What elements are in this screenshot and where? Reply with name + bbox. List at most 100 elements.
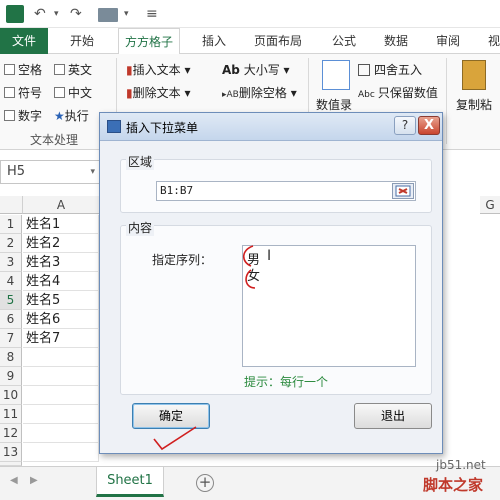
delete-text-icon: ▮ (126, 86, 133, 100)
ribbon-tabs: 文件 开始 方方格子 插入 页面布局 公式 数据 审阅 视 (0, 28, 500, 55)
row-header[interactable]: 1 (0, 215, 22, 234)
dialog-title-bar[interactable]: 插入下拉菜单 ? X (100, 113, 442, 141)
cell-a8[interactable] (23, 348, 99, 367)
row-header[interactable]: 4 (0, 272, 22, 291)
checkbox-symbol[interactable]: 符号 (4, 84, 42, 101)
save-icon[interactable] (6, 5, 24, 23)
round-button[interactable]: 四舍五入 (358, 61, 422, 78)
tab-view[interactable]: 视 (482, 28, 500, 54)
round-icon (358, 64, 370, 76)
region-group-label: 区域 (126, 153, 155, 170)
checkbox-chinese[interactable]: 中文 (54, 84, 92, 101)
tab-fangfang[interactable]: 方方格子 (118, 28, 181, 55)
row-header[interactable]: 12 (0, 424, 22, 443)
watermark-url: jb51.net (436, 458, 486, 472)
column-header-g[interactable]: G (480, 196, 500, 214)
range-input[interactable]: B1:B7 (156, 181, 416, 201)
checkbox-number[interactable]: 数字 (4, 107, 42, 124)
execute-button[interactable]: ★执行 (54, 107, 89, 124)
row-header[interactable]: 10 (0, 386, 22, 405)
row-header[interactable]: 7 (0, 329, 22, 348)
cell-a9[interactable] (23, 367, 99, 386)
content-group-label: 内容 (126, 219, 155, 236)
range-select-icon (395, 185, 411, 197)
customize-qat-icon[interactable]: ≡ (146, 4, 158, 24)
red-checkmark-annotation (153, 426, 197, 451)
cell-a5[interactable]: 姓名5 (23, 291, 99, 310)
name-box[interactable]: H5 ▾ (0, 160, 100, 184)
checkbox-icon[interactable] (54, 87, 65, 98)
checkbox-icon[interactable] (54, 64, 65, 75)
title-bar: ↶ ▾ ↷ ▾ ≡ (0, 0, 500, 28)
row-header[interactable]: 3 (0, 253, 22, 272)
insert-text-icon: ▮ (126, 63, 133, 77)
cell-a11[interactable] (23, 405, 99, 424)
watermark-brand: 脚本之家 (423, 476, 484, 494)
add-sheet-icon[interactable]: + (196, 474, 214, 492)
checkbox-english[interactable]: 英文 (54, 61, 92, 78)
column-header-a[interactable]: A (23, 196, 100, 214)
row-header[interactable]: 8 (0, 348, 22, 367)
row-header[interactable]: 9 (0, 367, 22, 386)
delete-space-icon: ▸AB (222, 90, 239, 100)
dialog-title: 插入下拉菜单 (126, 121, 199, 135)
copy-paste-icon (462, 60, 486, 90)
cell-a4[interactable]: 姓名4 (23, 272, 99, 291)
cell-a6[interactable]: 姓名6 (23, 310, 99, 329)
group-label-text-processing: 文本处理 (30, 133, 79, 147)
select-all-corner[interactable] (0, 196, 23, 214)
case-button[interactable]: Ab 大小写 ▾ (222, 61, 290, 78)
cell-a12[interactable] (23, 424, 99, 443)
help-button[interactable]: ? (394, 116, 416, 135)
value-record-icon (322, 60, 350, 90)
insert-dropdown-dialog: 插入下拉菜单 ? X 区域 B1:B7 内容 指定序列： 男 女 I 提示：每行… (99, 112, 443, 454)
row-header[interactable]: 6 (0, 310, 22, 329)
close-button[interactable]: X (418, 116, 440, 135)
qat-dropdown-icon[interactable]: ▾ (124, 4, 129, 24)
insert-text-button[interactable]: ▮插入文本 ▾ (126, 61, 190, 78)
cell-a10[interactable] (23, 386, 99, 405)
tab-data[interactable]: 数据 (378, 28, 414, 54)
checkbox-icon[interactable] (4, 64, 15, 75)
row-header[interactable]: 13 (0, 443, 22, 462)
undo-icon[interactable]: ↶ (34, 4, 46, 24)
cell-a1[interactable]: 姓名1 (23, 215, 99, 234)
checkbox-icon[interactable] (4, 87, 15, 98)
execute-icon: ★ (54, 109, 65, 123)
scroll-right-icon[interactable]: ▶ (30, 475, 38, 486)
cell-a2[interactable]: 姓名2 (23, 234, 99, 253)
exit-button[interactable]: 退出 (354, 403, 432, 429)
tab-page-layout[interactable]: 页面布局 (248, 28, 308, 54)
tab-formulas[interactable]: 公式 (326, 28, 362, 54)
sequence-label: 指定序列： (152, 253, 213, 267)
checkbox-icon[interactable] (4, 110, 15, 121)
scroll-left-icon[interactable]: ◀ (10, 475, 18, 486)
row-header-selected[interactable]: 5 (0, 291, 22, 310)
keep-value-button[interactable]: Abc 只保留数值 (358, 84, 438, 101)
delete-text-button[interactable]: ▮删除文本 ▾ (126, 84, 190, 101)
cell-a3[interactable]: 姓名3 (23, 253, 99, 272)
range-picker-button[interactable] (392, 183, 414, 199)
sequence-textarea[interactable]: 男 女 I (242, 245, 416, 367)
red-annotation-mark (242, 245, 256, 289)
copy-paste-button[interactable]: 复制粘 (456, 96, 492, 113)
cell-a7[interactable]: 姓名7 (23, 329, 99, 348)
tab-file[interactable]: 文件 (0, 28, 49, 54)
dialog-app-icon (107, 120, 121, 133)
hint-text: 提示：每行一个 (244, 375, 329, 389)
row-header[interactable]: 11 (0, 405, 22, 424)
checkbox-space[interactable]: 空格 (4, 61, 42, 78)
row-header[interactable]: 2 (0, 234, 22, 253)
delete-space-button[interactable]: ▸AB删除空格 ▾ (222, 84, 297, 101)
value-record-button[interactable]: 数值录 (316, 96, 352, 113)
tab-home[interactable]: 开始 (64, 28, 100, 54)
sheet-tab-sheet1[interactable]: Sheet1 (96, 467, 164, 497)
form-icon[interactable] (98, 8, 118, 22)
tab-insert[interactable]: 插入 (196, 28, 232, 54)
undo-dropdown-icon[interactable]: ▾ (54, 4, 59, 24)
tab-review[interactable]: 审阅 (430, 28, 466, 54)
chevron-down-icon[interactable]: ▾ (90, 161, 95, 183)
ribbon-separator (446, 58, 447, 144)
redo-icon[interactable]: ↷ (70, 4, 82, 24)
cell-a13[interactable] (23, 443, 99, 462)
